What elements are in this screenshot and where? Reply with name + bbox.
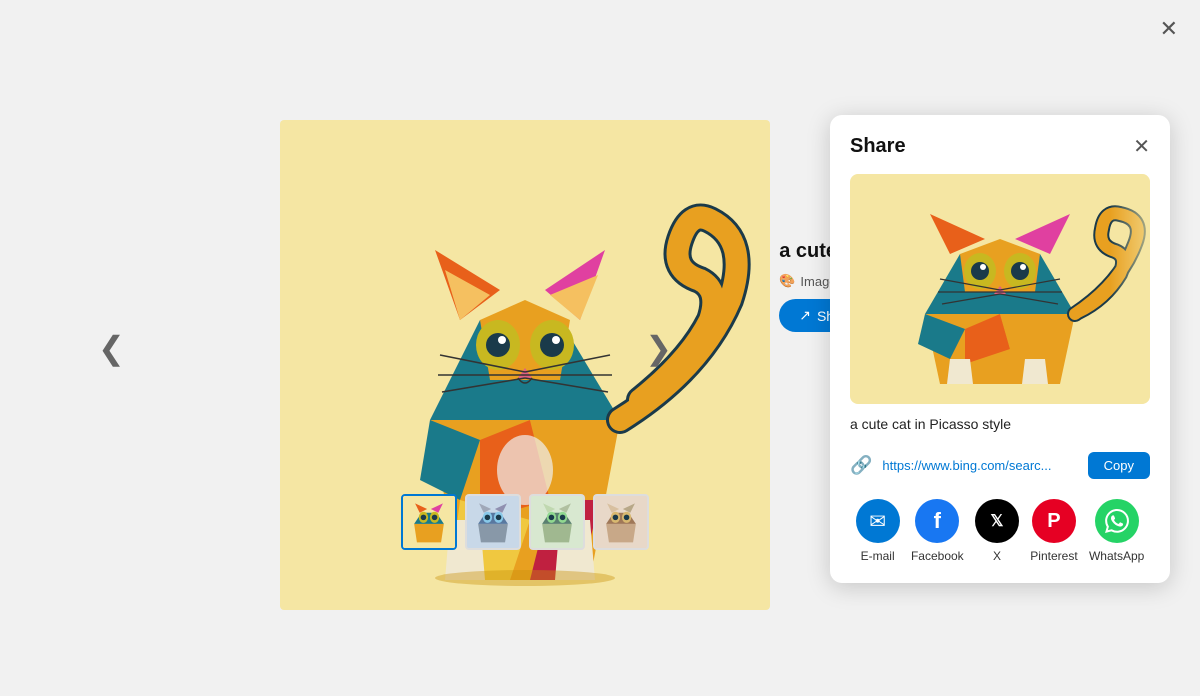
thumbnail-2[interactable] bbox=[465, 494, 521, 550]
share-caption: a cute cat in Picasso style bbox=[850, 416, 1150, 432]
pinterest-label: Pinterest bbox=[1030, 549, 1077, 563]
image-viewer: ✕ ❮ ❯ bbox=[0, 0, 1200, 696]
share-panel: Share ✕ bbox=[830, 115, 1170, 583]
share-icon: ↗ bbox=[799, 307, 811, 324]
share-preview-image bbox=[850, 174, 1150, 404]
nav-prev-button[interactable]: ❮ bbox=[90, 321, 133, 375]
nav-next-button[interactable]: ❯ bbox=[637, 321, 680, 375]
share-panel-header: Share ✕ bbox=[850, 135, 1150, 158]
pinterest-icon: P bbox=[1032, 499, 1076, 543]
share-url: https://www.bing.com/searc... bbox=[882, 458, 1077, 473]
social-x[interactable]: 𝕏 X bbox=[975, 499, 1019, 563]
main-image-container bbox=[140, 60, 630, 580]
thumbnail-strip bbox=[280, 494, 770, 550]
social-whatsapp[interactable]: WhatsApp bbox=[1089, 499, 1144, 563]
link-icon: 🔗 bbox=[850, 455, 872, 476]
whatsapp-icon bbox=[1095, 499, 1139, 543]
thumbnail-1[interactable] bbox=[401, 494, 457, 550]
close-button[interactable]: ✕ bbox=[1160, 18, 1178, 40]
thumbnail-3[interactable] bbox=[529, 494, 585, 550]
creator-icon: 🎨 bbox=[779, 273, 795, 289]
x-icon: 𝕏 bbox=[975, 499, 1019, 543]
social-pinterest[interactable]: P Pinterest bbox=[1030, 499, 1077, 563]
thumbnail-4[interactable] bbox=[593, 494, 649, 550]
facebook-icon: f bbox=[915, 499, 959, 543]
whatsapp-label: WhatsApp bbox=[1089, 549, 1144, 563]
social-facebook[interactable]: f Facebook bbox=[911, 499, 964, 563]
facebook-label: Facebook bbox=[911, 549, 964, 563]
email-label: E-mail bbox=[861, 549, 895, 563]
share-panel-title: Share bbox=[850, 135, 906, 158]
share-close-button[interactable]: ✕ bbox=[1133, 137, 1150, 157]
copy-button[interactable]: Copy bbox=[1088, 452, 1150, 479]
share-url-row: 🔗 https://www.bing.com/searc... Copy bbox=[850, 452, 1150, 479]
social-email[interactable]: ✉ E-mail bbox=[856, 499, 900, 563]
x-label: X bbox=[993, 549, 1001, 563]
share-social-row: ✉ E-mail f Facebook 𝕏 X P Pinterest bbox=[850, 499, 1150, 563]
email-icon: ✉ bbox=[856, 499, 900, 543]
